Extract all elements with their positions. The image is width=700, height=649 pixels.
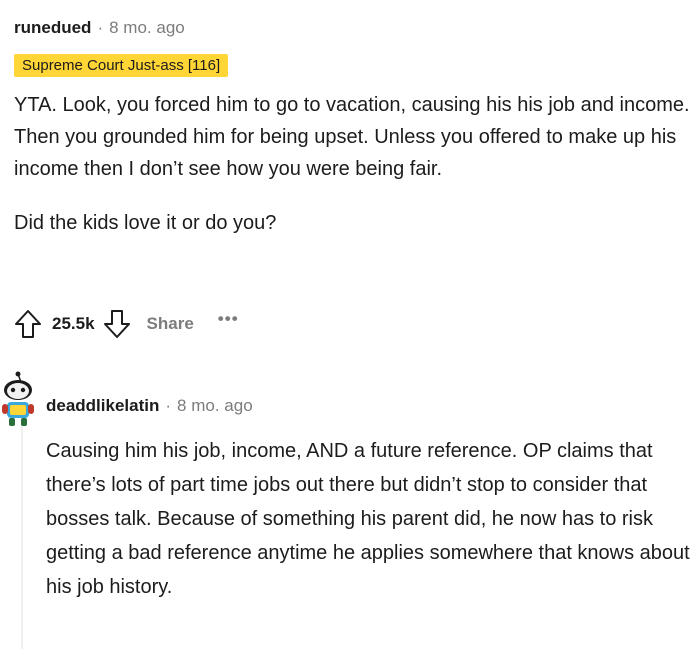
comment-body: YTA. Look, you forced him to go to vacat… — [14, 89, 694, 239]
user-flair: Supreme Court Just-ass [116] — [14, 54, 229, 77]
comment-author[interactable]: runedued — [14, 18, 91, 38]
comment-paragraph: YTA. Look, you forced him to go to vacat… — [14, 94, 690, 180]
vote-score: 25.5k — [52, 314, 95, 333]
comment-author[interactable]: deaddlikelatin — [46, 396, 159, 416]
meta-separator: · — [97, 18, 104, 37]
share-button[interactable]: Share — [147, 314, 194, 334]
more-options-button[interactable]: ••• — [218, 309, 239, 329]
comment-paragraph: Did the kids love it or do you? — [14, 212, 277, 234]
comment-deaddlikelatin: deaddlikelatin · 8 mo. ago Causing him h… — [46, 392, 696, 604]
comment-paragraph: Causing him his job, income, AND a futur… — [46, 440, 690, 598]
thread-line[interactable] — [21, 420, 23, 649]
comment-body: Causing him his job, income, AND a futur… — [46, 434, 696, 604]
meta-separator: · — [165, 396, 172, 415]
comment-runedued: runedued · 8 mo. ago Supreme Court Just-… — [14, 14, 694, 239]
snoo-avatar-icon[interactable] — [0, 370, 36, 430]
comment-meta: deaddlikelatin · 8 mo. ago — [46, 392, 696, 420]
upvote-icon[interactable] — [14, 308, 42, 340]
comment-timestamp[interactable]: 8 mo. ago — [109, 18, 185, 38]
comment-timestamp[interactable]: 8 mo. ago — [177, 396, 253, 416]
comment-meta: runedued · 8 mo. ago — [14, 14, 694, 42]
comment-action-bar: 25.5k Share ••• — [14, 306, 239, 342]
downvote-icon[interactable] — [103, 308, 131, 340]
